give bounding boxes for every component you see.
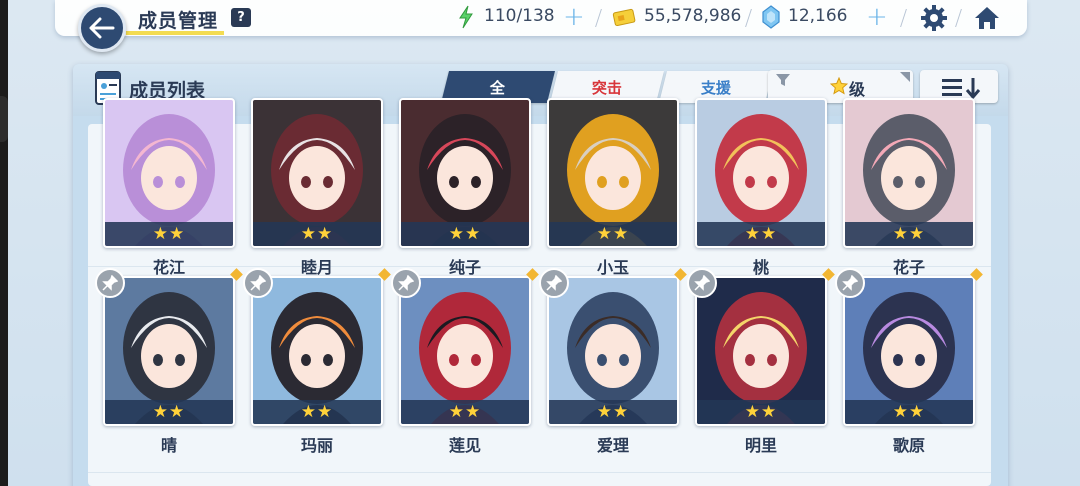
- member-name: 莲见: [448, 436, 481, 455]
- member-card[interactable]: ★★ 桃: [695, 98, 827, 277]
- member-portrait-frame: ★★: [547, 98, 679, 248]
- corner-triangle-icon: [900, 72, 910, 82]
- pin-icon[interactable]: [539, 268, 569, 298]
- filter-icon: [776, 74, 790, 86]
- member-portrait-frame: ★★: [251, 276, 383, 426]
- member-card[interactable]: ★★ 歌原: [835, 268, 983, 455]
- star-rating: ★★: [253, 222, 381, 246]
- member-portrait-frame: ★★: [399, 98, 531, 248]
- row-divider: [88, 472, 991, 473]
- member-portrait-frame: ★★: [547, 276, 679, 426]
- member-portrait-frame: ★★: [103, 98, 235, 248]
- member-card[interactable]: ★★ 爱理: [539, 268, 687, 455]
- star-rating: ★★: [549, 400, 677, 424]
- gear-icon[interactable]: [920, 4, 948, 32]
- tab-striker-label: 突击: [591, 78, 622, 97]
- gems-add-button[interactable]: +: [866, 2, 888, 32]
- stamina-icon: [459, 5, 473, 29]
- gem-icon: [762, 5, 780, 29]
- star-rating: ★★: [105, 400, 233, 424]
- member-card[interactable]: ★★ 花子: [843, 98, 975, 277]
- pin-icon[interactable]: [687, 268, 717, 298]
- star-rating: ★★: [845, 400, 973, 424]
- stamina-add-button[interactable]: +: [563, 2, 585, 32]
- member-card[interactable]: ★★ 纯子: [399, 98, 531, 277]
- star-rating: ★★: [401, 400, 529, 424]
- title-underline: [126, 31, 224, 35]
- star-rating: ★★: [401, 222, 529, 246]
- help-button[interactable]: ?: [231, 8, 251, 27]
- star-rating: ★★: [549, 222, 677, 246]
- pin-icon[interactable]: [243, 268, 273, 298]
- member-card[interactable]: ★★ 明里: [687, 268, 835, 455]
- star-icon: [830, 77, 848, 95]
- member-name: 明里: [744, 436, 777, 455]
- member-name: 晴: [160, 436, 177, 455]
- sort-label: 级: [849, 80, 866, 99]
- member-card[interactable]: ★★ 睦月: [251, 98, 383, 277]
- pin-icon[interactable]: [391, 268, 421, 298]
- member-portrait-frame: ★★: [695, 276, 827, 426]
- star-rating: ★★: [253, 400, 381, 424]
- star-rating: ★★: [105, 222, 233, 246]
- member-portrait-frame: ★★: [251, 98, 383, 248]
- stamina-value: 110/138: [484, 6, 555, 26]
- tab-special-label: 支援: [700, 78, 731, 97]
- member-card[interactable]: ★★ 花江: [103, 98, 235, 277]
- back-button[interactable]: [78, 4, 126, 52]
- member-card[interactable]: ★★ 玛丽: [243, 268, 391, 455]
- member-card[interactable]: ★★ 晴: [95, 268, 243, 455]
- gems-value: 12,166: [788, 6, 848, 26]
- star-rating: ★★: [697, 222, 825, 246]
- credits-icon: [612, 8, 636, 27]
- member-portrait-frame: ★★: [843, 98, 975, 248]
- member-name: 爱理: [596, 436, 629, 455]
- sort-order-icon: [942, 78, 981, 99]
- member-portrait-frame: ★★: [843, 276, 975, 426]
- screen-notch: [0, 96, 8, 142]
- member-card[interactable]: ★★ 小玉: [547, 98, 679, 277]
- member-card[interactable]: ★★ 莲见: [391, 268, 539, 455]
- home-icon[interactable]: [973, 4, 1001, 32]
- back-arrow-icon: [89, 17, 115, 39]
- credits-value: 55,578,986: [644, 6, 742, 26]
- member-name: 歌原: [892, 436, 925, 455]
- screen-edge: [0, 0, 8, 486]
- member-portrait-frame: ★★: [103, 276, 235, 426]
- pin-icon[interactable]: [95, 268, 125, 298]
- member-portrait-frame: ★★: [695, 98, 827, 248]
- tab-all-label: 全: [490, 78, 506, 97]
- member-name: 玛丽: [300, 436, 333, 455]
- page-title: 成员管理: [138, 10, 219, 32]
- pin-icon[interactable]: [835, 268, 865, 298]
- member-portrait-frame: ★★: [399, 276, 531, 426]
- star-rating: ★★: [697, 400, 825, 424]
- star-rating: ★★: [845, 222, 973, 246]
